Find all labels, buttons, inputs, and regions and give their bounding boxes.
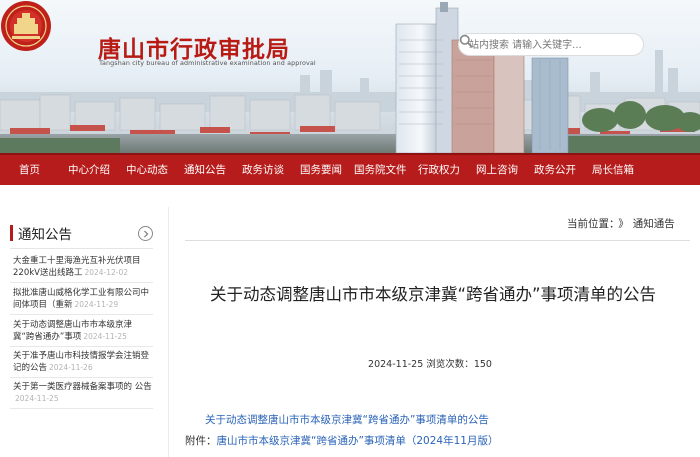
nav-item-admin-power[interactable]: 行政权力 — [418, 155, 460, 185]
nav-item-director-mailbox[interactable]: 局长信箱 — [592, 155, 634, 185]
list-item-date: 2024-11-29 — [74, 300, 119, 309]
list-item-date: 2024-11-26 — [49, 363, 93, 372]
search-box — [458, 33, 644, 56]
divider — [10, 314, 153, 315]
header-banner: 唐山市行政审批局 Tangshan city bureau of adminis… — [0, 0, 700, 153]
attachment-label: 附件： — [185, 435, 217, 447]
search-icon[interactable] — [459, 34, 473, 48]
breadcrumb-separator: 》 — [618, 218, 629, 230]
main-nav: 首页 中心介绍 中心动态 通知公告 政务访谈 国务要闻 国务院文件 行政权力 网… — [0, 153, 700, 185]
list-item-date: 2024-11-25 — [83, 332, 127, 341]
breadcrumb: 当前位置：》通知通告 — [567, 216, 675, 231]
nav-item-home[interactable]: 首页 — [19, 155, 40, 185]
column-divider — [168, 207, 169, 457]
sidebar-title: 通知公告 — [18, 227, 72, 243]
divider — [10, 346, 153, 347]
sidebar-accent-bar — [10, 225, 13, 241]
sidebar-more-button[interactable] — [138, 226, 153, 241]
article-link[interactable]: 关于动态调整唐山市市本级京津冀“跨省通办”事项清单的公告 — [205, 412, 489, 427]
nav-item-state-council-docs[interactable]: 国务院文件 — [354, 155, 407, 185]
list-item-text: 关于第一类医疗器械备案事项的 公告 — [13, 382, 152, 392]
divider — [185, 240, 690, 241]
city-skyline-image — [0, 0, 700, 153]
article-views: 150 — [473, 359, 492, 370]
site-subtitle: Tangshan city bureau of administrative e… — [99, 59, 316, 67]
chevron-right-icon — [144, 230, 149, 238]
list-item[interactable]: 大金重工十里海渔光互补光伏项目220kV送出线路工 2024-12-02 — [13, 256, 153, 279]
divider — [10, 377, 153, 378]
sidebar-header: 通知公告 — [10, 207, 153, 249]
nav-item-notices[interactable]: 通知公告 — [184, 155, 226, 185]
attachment-link[interactable]: 唐山市市本级京津冀“跨省通办”事项清单（2024年11月版） — [217, 435, 499, 447]
list-item[interactable]: 拟批准唐山威格化学工业有限公司中间体项目（重新 2024-11-29 — [13, 288, 153, 311]
list-item[interactable]: 关于动态调整唐山市市本级京津冀“跨省通办”事项 2024-11-25 — [13, 320, 153, 343]
search-input[interactable] — [469, 37, 617, 53]
article-views-label: 浏览次数： — [426, 359, 474, 370]
list-item-date: 2024-11-25 — [15, 394, 59, 403]
nav-item-gov-affairs[interactable]: 政务公开 — [534, 155, 576, 185]
article-title: 关于动态调整唐山市市本级京津冀“跨省通办”事项清单的公告 — [209, 285, 657, 304]
breadcrumb-current[interactable]: 通知通告 — [633, 218, 675, 230]
divider — [10, 282, 153, 283]
nav-item-state-news[interactable]: 国务要闻 — [300, 155, 342, 185]
nav-item-online-consult[interactable]: 网上咨询 — [476, 155, 518, 185]
list-item[interactable]: 关于第一类医疗器械备案事项的 公告 2024-11-25 — [13, 382, 153, 405]
emblem-logo — [1, 1, 51, 51]
list-item[interactable]: 关于准予唐山市科技情报学会注销登记的公告 2024-11-26 — [13, 351, 153, 374]
nav-item-center-news[interactable]: 中心动态 — [126, 155, 168, 185]
nav-item-interviews[interactable]: 政务访谈 — [242, 155, 284, 185]
sidebar-notices: 通知公告 大金重工十里海渔光互补光伏项目220kV送出线路工 2024-12-02… — [10, 207, 153, 457]
list-item-date: 2024-12-02 — [84, 268, 129, 277]
divider — [10, 408, 153, 409]
article-date: 2024-11-25 — [368, 359, 424, 370]
attachment-row: 附件：唐山市市本级京津冀“跨省通办”事项清单（2024年11月版） — [185, 433, 498, 448]
breadcrumb-label: 当前位置： — [567, 218, 615, 230]
nav-item-center-intro[interactable]: 中心介绍 — [68, 155, 110, 185]
article-meta: 2024-11-25 浏览次数：150 — [185, 356, 675, 370]
